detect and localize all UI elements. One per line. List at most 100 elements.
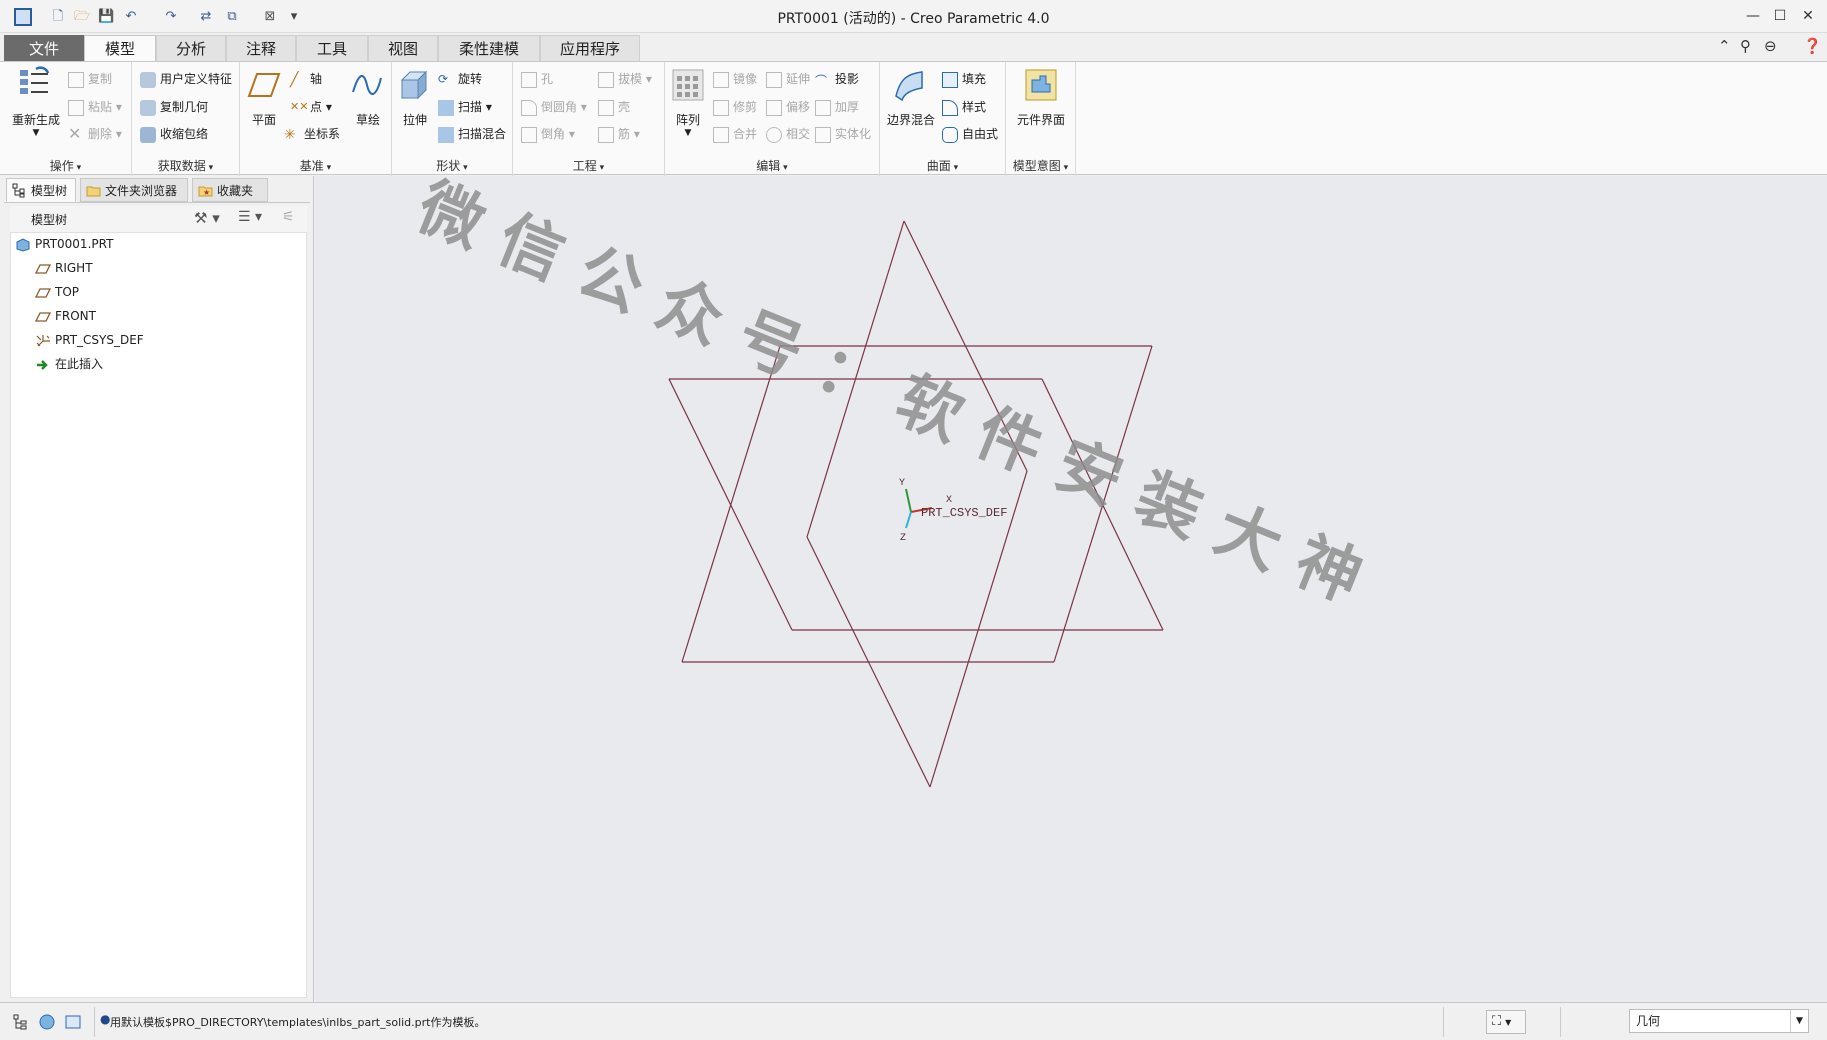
merge-button[interactable]: 合并 bbox=[713, 125, 757, 143]
delete-button[interactable]: ✕ 删除 ▾ bbox=[68, 125, 122, 143]
intersect-button[interactable]: 相交 bbox=[766, 125, 810, 143]
plane-button[interactable]: 平面 bbox=[240, 111, 288, 128]
tree-item-top[interactable]: TOP bbox=[35, 283, 79, 301]
group-label-model-intent[interactable]: 模型意图 bbox=[1006, 157, 1075, 174]
solidify-button[interactable]: 实体化 bbox=[815, 125, 871, 143]
tree-item-right[interactable]: RIGHT bbox=[35, 259, 93, 277]
tab-file[interactable]: 文件 bbox=[4, 35, 84, 61]
trim-button[interactable]: 修剪 bbox=[713, 98, 757, 116]
show-icon[interactable]: ☰ ▾ bbox=[238, 209, 262, 225]
group-label-engineering[interactable]: 工程 bbox=[513, 157, 664, 174]
tree-item-part[interactable]: PRT0001.PRT bbox=[15, 235, 113, 253]
group-label-datum[interactable]: 基准 bbox=[240, 157, 391, 174]
group-datum: 平面 ╱ 轴 ✕✕ 点 ▾ ✳ 坐标系 草绘 基准 bbox=[240, 62, 392, 176]
close-icon[interactable]: ✕ bbox=[1796, 6, 1820, 26]
tree-item-csys[interactable]: PRT_CSYS_DEF bbox=[35, 331, 144, 349]
csys-marker[interactable]: X Y Z PRT_CSYS_DEF bbox=[899, 478, 1007, 544]
copy-geometry-button[interactable]: 复制几何 bbox=[140, 98, 208, 116]
freestyle-button[interactable]: 自由式 bbox=[942, 125, 998, 143]
draft-button[interactable]: 拔模 ▾ bbox=[598, 70, 652, 88]
community-icon[interactable]: ⊖ bbox=[1764, 37, 1777, 55]
search-icon[interactable]: ⚲ bbox=[1740, 37, 1751, 55]
boundary-blend-button[interactable]: 边界混合 bbox=[884, 111, 938, 128]
revolve-button[interactable]: ⟳ 旋转 bbox=[438, 70, 482, 88]
offset-label: 偏移 bbox=[786, 100, 811, 114]
tab-analysis[interactable]: 分析 bbox=[156, 35, 226, 61]
shell-button[interactable]: 壳 bbox=[598, 98, 630, 116]
tree-filter-icon[interactable]: ⚟ bbox=[282, 209, 295, 225]
paste-button[interactable]: 粘贴 ▾ bbox=[68, 98, 122, 116]
help-icon[interactable]: ❓ bbox=[1803, 37, 1822, 55]
shrinkwrap-button[interactable]: 收缩包络 bbox=[140, 125, 208, 143]
find-dropdown-icon[interactable]: ▼ bbox=[1505, 1018, 1511, 1027]
chamfer-button[interactable]: 倒角 ▾ bbox=[521, 125, 575, 143]
round-button[interactable]: 倒圆角 ▾ bbox=[521, 98, 587, 116]
graphics-window[interactable]: X Y Z PRT_CSYS_DEF 微信公众号：软件安装大神 bbox=[315, 176, 1827, 1002]
mirror-button[interactable]: 镜像 bbox=[713, 70, 757, 88]
group-label-surfaces[interactable]: 曲面 bbox=[880, 157, 1005, 174]
plane-icon bbox=[247, 73, 281, 97]
component-interface-button[interactable]: 元件界面 bbox=[1006, 111, 1076, 128]
find-button[interactable]: ⛶ ▼ bbox=[1486, 1010, 1526, 1034]
tab-applications[interactable]: 应用程序 bbox=[540, 35, 640, 61]
draft-icon bbox=[598, 71, 614, 88]
tab-flexible-modeling[interactable]: 柔性建模 bbox=[438, 35, 540, 61]
minimize-icon[interactable]: — bbox=[1741, 6, 1765, 26]
regenerate-button[interactable]: 重新生成 bbox=[10, 111, 62, 128]
csys-button[interactable]: ✳ 坐标系 bbox=[284, 125, 340, 143]
tree-item-insert-here[interactable]: 在此插入 bbox=[35, 355, 103, 373]
tree-settings-icon[interactable]: ⚒ ▾ bbox=[194, 209, 220, 227]
sweep-button[interactable]: 扫描 ▾ bbox=[438, 98, 492, 116]
chevron-down-icon[interactable]: ▼ bbox=[1790, 1010, 1808, 1032]
full-screen-icon[interactable] bbox=[64, 1013, 82, 1031]
hole-button[interactable]: 孔 bbox=[521, 70, 553, 88]
fill-button[interactable]: 填充 bbox=[942, 70, 986, 88]
selection-filter-select[interactable]: 几何 ▼ bbox=[1629, 1009, 1809, 1033]
rib-button[interactable]: 筋 ▾ bbox=[598, 125, 640, 143]
sweep-blend-button[interactable]: 扫描混合 bbox=[438, 125, 506, 143]
axis-button[interactable]: ╱ 轴 bbox=[290, 70, 322, 88]
copy-button[interactable]: 复制 bbox=[68, 70, 112, 88]
tab-model[interactable]: 模型 bbox=[84, 35, 156, 62]
minimize-ribbon-icon[interactable]: ⌃ bbox=[1718, 37, 1731, 55]
thicken-button[interactable]: 加厚 bbox=[815, 98, 859, 116]
sketch-icon bbox=[352, 75, 382, 95]
tree-item-front[interactable]: FRONT bbox=[35, 307, 96, 325]
sketch-button[interactable]: 草绘 bbox=[344, 111, 392, 128]
intersect-icon bbox=[766, 126, 782, 143]
tab-view[interactable]: 视图 bbox=[368, 35, 438, 61]
pattern-dropdown-icon[interactable]: ▼ bbox=[665, 128, 711, 138]
csys-y-label: Y bbox=[899, 478, 905, 489]
extend-button[interactable]: 延伸 bbox=[766, 70, 810, 88]
thicken-icon bbox=[815, 99, 831, 116]
regenerate-dropdown-icon[interactable]: ▼ bbox=[10, 128, 62, 138]
tab-folder-browser[interactable]: 文件夹浏览器 bbox=[80, 178, 188, 202]
tab-tools[interactable]: 工具 bbox=[296, 35, 368, 61]
plane-b-left-edge bbox=[668, 378, 793, 631]
extrude-button[interactable]: 拉伸 bbox=[392, 111, 438, 128]
offset-button[interactable]: 偏移 bbox=[766, 98, 810, 116]
tab-annotate[interactable]: 注释 bbox=[226, 35, 296, 61]
csys-name-label: PRT_CSYS_DEF bbox=[921, 506, 1007, 520]
group-label-operations[interactable]: 操作 bbox=[0, 157, 131, 174]
pattern-button[interactable]: 阵列 bbox=[665, 111, 711, 128]
shrinkwrap-icon bbox=[140, 126, 156, 143]
group-label-shapes[interactable]: 形状 bbox=[392, 157, 512, 174]
delete-icon: ✕ bbox=[68, 123, 82, 143]
udf-button[interactable]: 用户定义特征 bbox=[140, 70, 232, 88]
extrude-icon bbox=[400, 70, 428, 100]
point-button[interactable]: ✕✕ 点 ▾ bbox=[290, 98, 332, 116]
viewport-geometry: X Y Z PRT_CSYS_DEF bbox=[315, 176, 1827, 1002]
toggle-navigator-icon[interactable] bbox=[12, 1013, 30, 1031]
model-tree-icon bbox=[12, 183, 25, 198]
favorites-icon: ★ bbox=[198, 186, 213, 197]
group-label-get-data[interactable]: 获取数据 bbox=[132, 157, 239, 174]
maximize-icon[interactable]: ☐ bbox=[1768, 6, 1792, 26]
style-button[interactable]: 样式 bbox=[942, 98, 986, 116]
intersect-label: 相交 bbox=[786, 127, 811, 141]
group-label-editing[interactable]: 编辑 bbox=[665, 157, 879, 174]
tab-model-tree[interactable]: 模型树 bbox=[6, 178, 76, 202]
tab-favorites[interactable]: ★ 收藏夹 bbox=[192, 178, 268, 202]
browser-icon[interactable] bbox=[38, 1013, 56, 1031]
project-button[interactable]: ⌒ 投影 bbox=[815, 70, 859, 88]
